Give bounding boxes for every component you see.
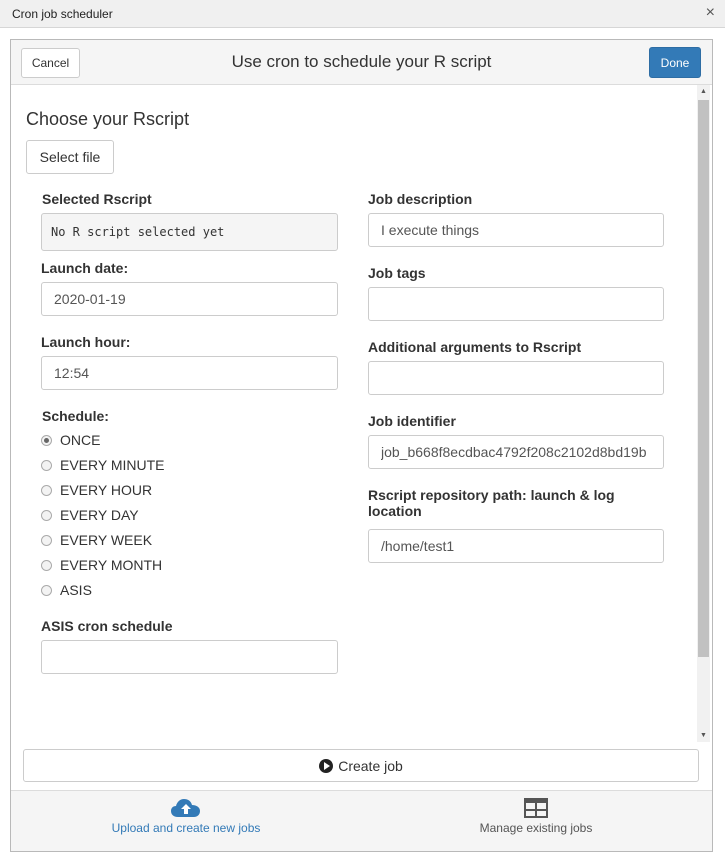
radio-button[interactable] (41, 484, 52, 496)
launch-hour-label: Launch hour: (41, 334, 131, 350)
schedule-option-label: ONCE (60, 432, 101, 448)
schedule-option-every-week[interactable]: EVERY WEEK (41, 530, 152, 550)
radio-button[interactable] (41, 509, 52, 521)
launch-hour-input[interactable] (41, 356, 338, 390)
job-description-input[interactable] (368, 213, 664, 247)
additional-args-input[interactable] (368, 361, 664, 395)
tab-label: Upload and create new jobs (111, 821, 261, 835)
schedule-option-once[interactable]: ONCE (41, 430, 100, 450)
gadget-title-bar: Use cron to schedule your R script Cance… (11, 40, 712, 85)
close-icon[interactable]: × (706, 4, 715, 22)
table-icon (524, 798, 548, 818)
schedule-option-label: EVERY MINUTE (60, 457, 165, 473)
create-job-button[interactable]: Create job (23, 749, 699, 782)
cloud-upload-icon (171, 799, 200, 817)
selected-rscript-label: Selected Rscript (42, 191, 152, 207)
schedule-option-label: EVERY MONTH (60, 557, 163, 573)
asis-cron-input[interactable] (41, 640, 338, 674)
radio-button[interactable] (41, 584, 52, 596)
job-description-label: Job description (368, 191, 473, 207)
scroll-down-icon[interactable]: ▼ (697, 729, 710, 742)
page-title: Use cron to schedule your R script (231, 52, 492, 71)
schedule-option-every-minute[interactable]: EVERY MINUTE (41, 455, 165, 475)
tab-upload-create[interactable]: Upload and create new jobs (11, 791, 361, 851)
window-title: Cron job scheduler (12, 7, 113, 21)
tab-manage-jobs[interactable]: Manage existing jobs (361, 791, 711, 851)
done-button[interactable]: Done (649, 47, 701, 78)
radio-button[interactable] (41, 459, 52, 471)
footer-row: Create job (11, 743, 712, 790)
repo-path-label: Rscript repository path: launch & log lo… (368, 487, 615, 519)
gadget-frame: Use cron to schedule your R script Cance… (10, 39, 713, 852)
repo-path-input[interactable] (368, 529, 664, 563)
additional-args-label: Additional arguments to Rscript (368, 339, 582, 355)
radio-button[interactable] (41, 534, 52, 546)
cancel-button[interactable]: Cancel (21, 48, 80, 78)
schedule-option-label: EVERY WEEK (60, 532, 153, 548)
scroll-up-icon[interactable]: ▲ (697, 85, 710, 98)
scrollbar-thumb[interactable] (698, 100, 709, 657)
launch-date-input[interactable] (41, 282, 338, 316)
window-titlebar: Cron job scheduler × (0, 0, 725, 28)
asis-cron-label: ASIS cron schedule (41, 618, 173, 634)
schedule-option-every-day[interactable]: EVERY DAY (41, 505, 139, 525)
schedule-option-label: EVERY HOUR (60, 482, 153, 498)
bottom-tab-bar: Upload and create new jobs Manage existi… (11, 790, 712, 851)
schedule-option-label: EVERY DAY (60, 507, 139, 523)
schedule-option-asis[interactable]: ASIS (41, 580, 92, 600)
job-identifier-input[interactable] (368, 435, 664, 469)
repo-path-label-line1: Rscript repository path: launch & log (368, 487, 615, 503)
job-identifier-label: Job identifier (368, 413, 456, 429)
select-file-button[interactable]: Select file (26, 140, 114, 174)
launch-date-label: Launch date: (41, 260, 129, 276)
job-tags-label: Job tags (368, 265, 426, 281)
radio-button[interactable] (41, 559, 52, 571)
repo-path-label-line2: location (368, 503, 422, 519)
schedule-option-every-hour[interactable]: EVERY HOUR (41, 480, 152, 500)
job-tags-input[interactable] (368, 287, 664, 321)
play-circle-icon (319, 758, 334, 773)
schedule-label: Schedule: (42, 408, 109, 424)
tab-label: Manage existing jobs (479, 821, 593, 835)
schedule-option-every-month[interactable]: EVERY MONTH (41, 555, 162, 575)
selected-rscript-output: No R script selected yet (41, 213, 338, 251)
schedule-option-label: ASIS (60, 582, 92, 598)
scrollbar[interactable]: ▲ ▼ (697, 85, 710, 742)
section-title: Choose your Rscript (26, 109, 190, 129)
radio-button[interactable] (41, 434, 52, 446)
content-panel: Choose your Rscript Select file Selected… (11, 85, 712, 743)
create-job-label: Create job (338, 757, 403, 774)
